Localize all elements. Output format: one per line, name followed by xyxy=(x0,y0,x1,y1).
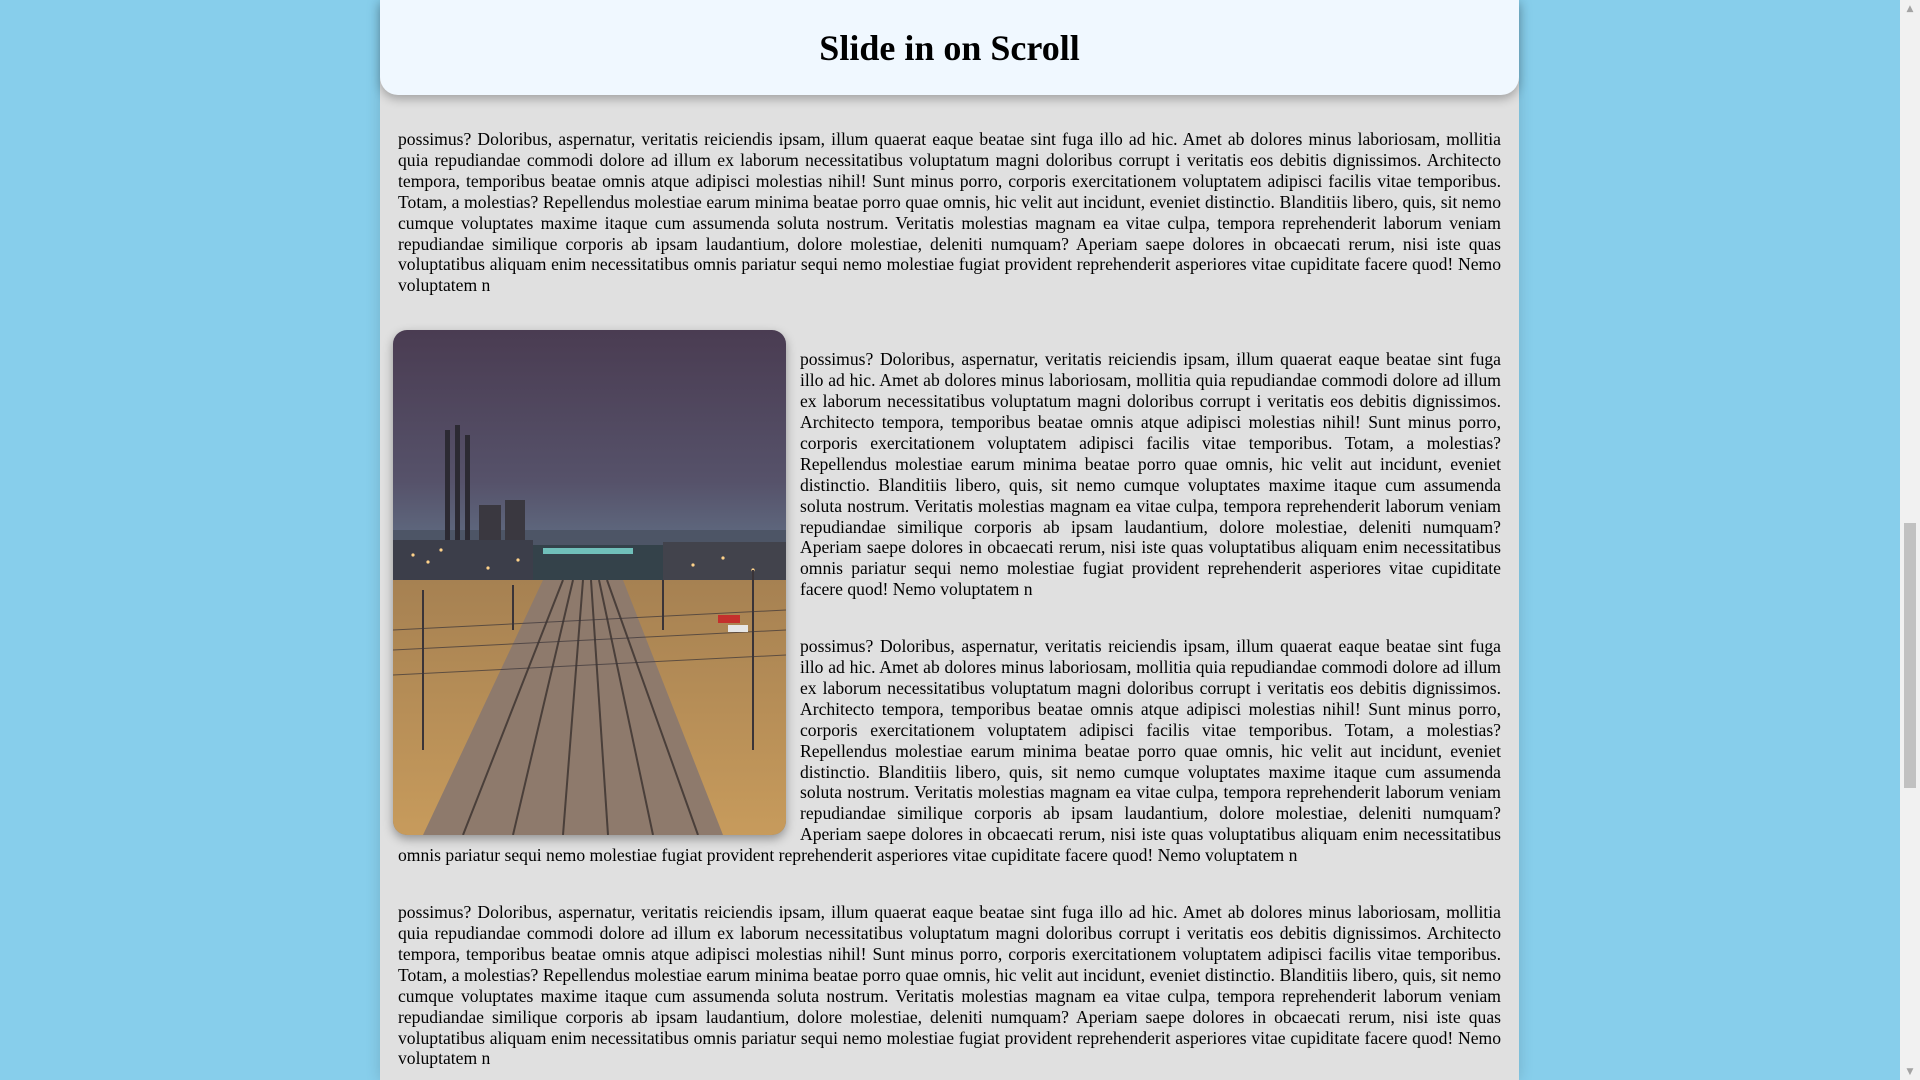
railway-image xyxy=(393,330,786,836)
page-viewport: Slide in on Scroll possimus? Doloribus, … xyxy=(0,0,1920,1080)
paragraph-4: possimus? Doloribus, aspernatur, veritat… xyxy=(398,902,1501,1069)
scrollbar-thumb[interactable] xyxy=(1904,523,1916,788)
site-container: Slide in on Scroll possimus? Doloribus, … xyxy=(380,0,1519,1080)
scroll-down-arrow-icon[interactable]: ▼ xyxy=(1900,1063,1920,1080)
page-header: Slide in on Scroll xyxy=(380,0,1519,95)
scroll-up-arrow-icon[interactable]: ▲ xyxy=(1900,0,1920,17)
article-content: possimus? Doloribus, aspernatur, veritat… xyxy=(393,129,1501,1080)
night-railway-tracks-image xyxy=(393,330,786,836)
vertical-scrollbar[interactable]: ▲ ▼ xyxy=(1900,0,1920,1080)
page-title: Slide in on Scroll xyxy=(819,27,1080,68)
paragraph-1: possimus? Doloribus, aspernatur, veritat… xyxy=(398,129,1501,296)
